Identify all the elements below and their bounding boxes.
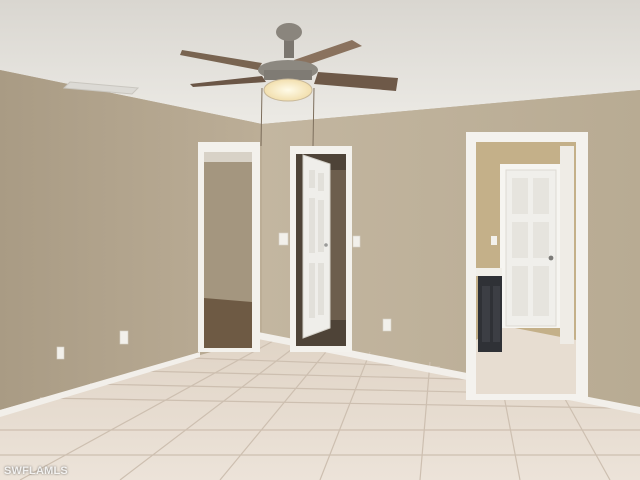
room-illustration [0,0,640,480]
hall-doorway [198,142,260,352]
photo-watermark: SWFLAMLS [4,465,68,477]
closet-door-open [302,154,331,339]
bathroom-doorway [466,132,588,400]
empty-bedroom-photo: SWFLAMLS [0,0,640,480]
